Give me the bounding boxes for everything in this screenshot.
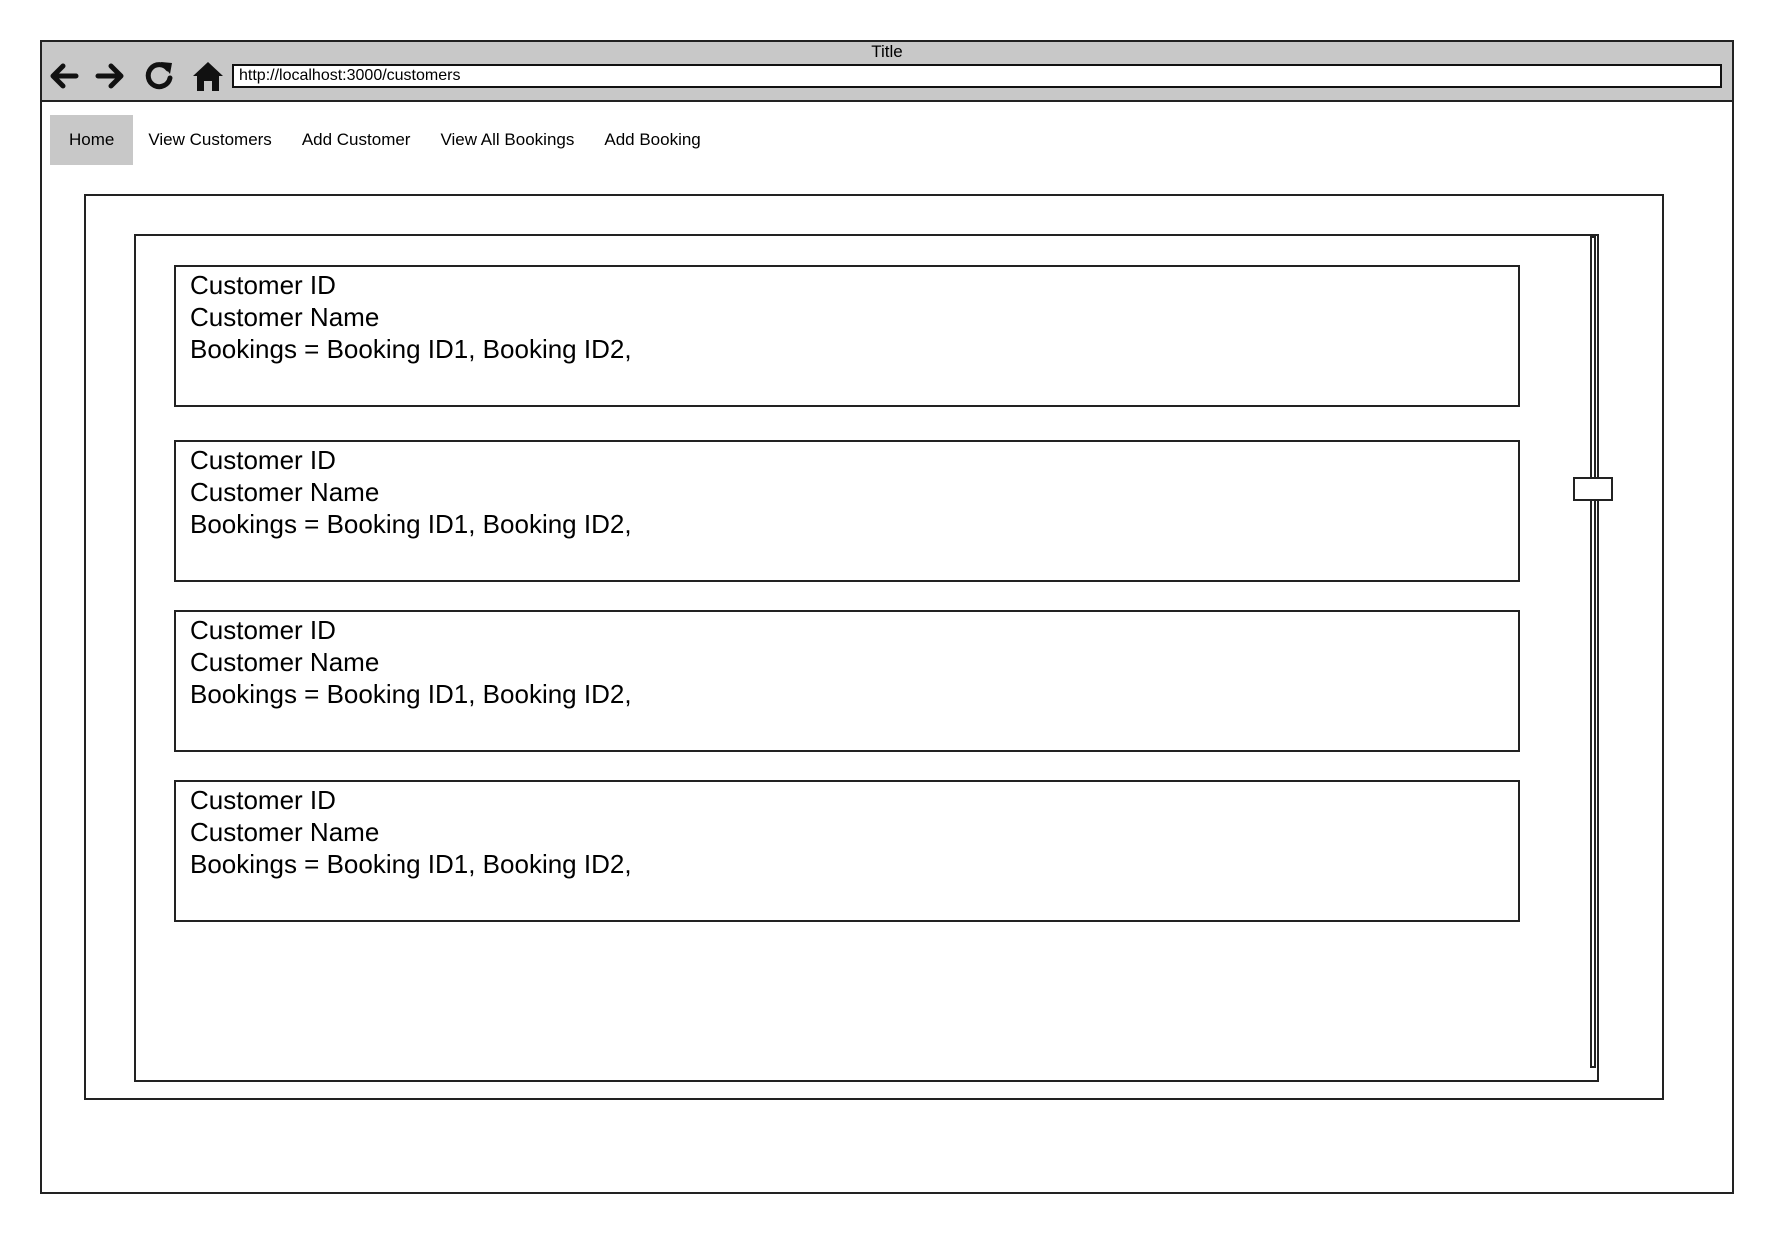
customer-card[interactable]: Customer ID Customer Name Bookings = Boo…: [174, 440, 1520, 582]
customer-bookings: Bookings = Booking ID1, Booking ID2,: [190, 679, 632, 709]
menu-item-view-all-bookings[interactable]: View All Bookings: [425, 115, 589, 165]
customer-id: Customer ID: [190, 270, 336, 300]
forward-button[interactable]: [92, 58, 128, 94]
customer-name: Customer Name: [190, 302, 380, 332]
customer-card[interactable]: Customer ID Customer Name Bookings = Boo…: [174, 265, 1520, 407]
reload-button[interactable]: [141, 58, 177, 94]
left-arrow-icon: [50, 63, 79, 89]
customer-bookings: Bookings = Booking ID1, Booking ID2,: [190, 334, 632, 364]
customer-id: Customer ID: [190, 445, 336, 475]
right-arrow-icon: [95, 63, 124, 89]
reload-icon: [145, 62, 173, 90]
customer-id: Customer ID: [190, 785, 336, 815]
browser-toolbar: Title http://localhost:3000/customers: [42, 42, 1732, 102]
menu-item-add-booking[interactable]: Add Booking: [589, 115, 715, 165]
customer-name: Customer Name: [190, 817, 380, 847]
menu-item-view-customers[interactable]: View Customers: [133, 115, 286, 165]
customer-id: Customer ID: [190, 615, 336, 645]
customer-name: Customer Name: [190, 477, 380, 507]
customer-card[interactable]: Customer ID Customer Name Bookings = Boo…: [174, 610, 1520, 752]
menu-item-home[interactable]: Home: [50, 115, 134, 165]
customer-name: Customer Name: [190, 647, 380, 677]
customer-bookings: Bookings = Booking ID1, Booking ID2,: [190, 509, 632, 539]
customer-card[interactable]: Customer ID Customer Name Bookings = Boo…: [174, 780, 1520, 922]
window-title: Title: [871, 42, 903, 61]
main-menu: Home View Customers Add Customer View Al…: [50, 115, 716, 165]
back-button[interactable]: [46, 58, 82, 94]
scrollbar-thumb[interactable]: [1573, 477, 1613, 501]
menu-item-add-customer[interactable]: Add Customer: [287, 115, 426, 165]
home-icon: [193, 62, 223, 91]
address-bar[interactable]: http://localhost:3000/customers: [232, 64, 1722, 88]
home-button[interactable]: [190, 58, 226, 94]
customer-bookings: Bookings = Booking ID1, Booking ID2,: [190, 849, 632, 879]
vertical-scrollbar[interactable]: [1590, 236, 1596, 1068]
